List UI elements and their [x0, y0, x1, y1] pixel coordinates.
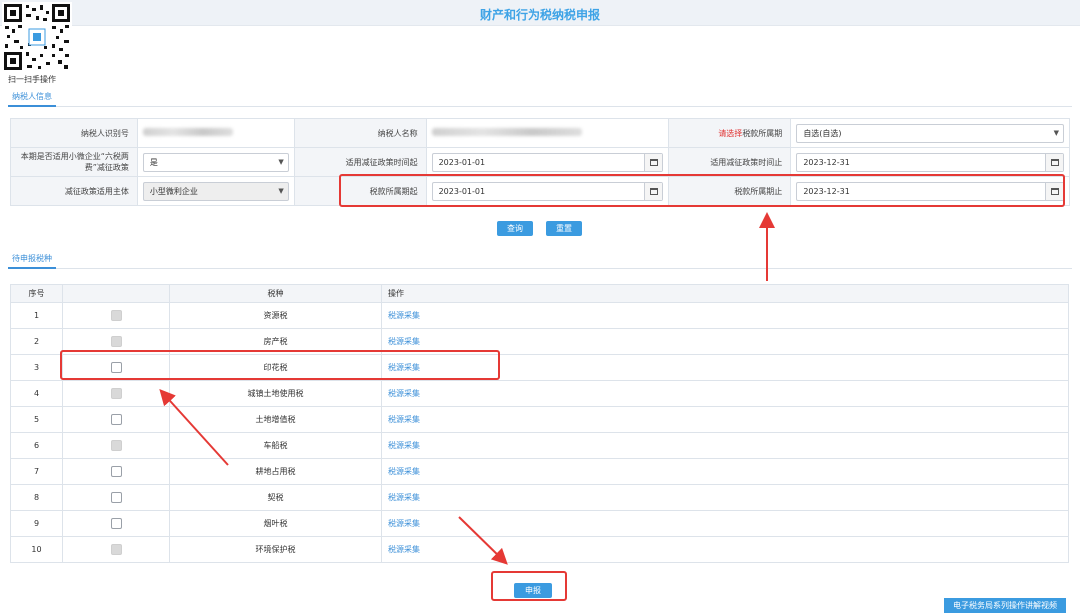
annotation-arrow-checkbox — [159, 389, 229, 466]
annotation-arrow-declare — [458, 516, 508, 565]
annotation-arrows — [159, 212, 775, 565]
